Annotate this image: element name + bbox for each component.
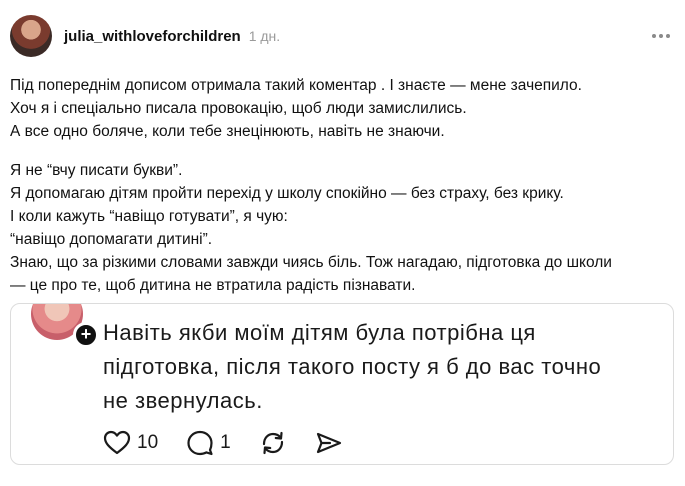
like-action: 10 [103,430,158,456]
post-paragraph: Під попереднім дописом отримала такий ко… [10,74,675,143]
reply-action: 1 [186,430,231,456]
post-paragraph: Я не “вчу писати букви”. Я допомагаю діт… [10,159,675,297]
post-line: Знаю, що за різкими словами завжди чиясь… [10,254,612,271]
post-line: “навіщо допомагати дитині”. [10,231,213,248]
author-avatar[interactable] [10,15,52,57]
follow-plus-icon: + [73,322,99,348]
post-body: Під попереднім дописом отримала такий ко… [10,74,675,313]
author-username[interactable]: julia_withloveforchildren [64,28,241,45]
post-line: Я допомагаю дітям пройти перехід у школу… [10,185,564,202]
heart-icon [103,430,131,455]
embedded-comment-line: Навіть якби моїм дітям була потрібна ця [103,320,536,345]
post-line: Я не “вчу писати букви”. [10,162,183,179]
embedded-comment-line: не звернулась. [103,388,263,413]
post-timestamp[interactable]: 1 дн. [249,28,280,44]
like-count: 10 [137,432,159,453]
comment-icon [187,430,213,456]
reply-count: 1 [220,432,231,453]
share-action [315,430,343,456]
repost-action [259,430,287,456]
post-line: Хоч я і спеціально писала провокацію, що… [10,100,467,117]
post-line: І коли кажуть “навіщо готувати”, я чую: [10,208,288,225]
embedded-comment-text: Навіть якби моїм дітям була потрібна ця … [103,316,651,418]
embedded-comment-line: підготовка, після такого посту я б до ва… [103,354,602,379]
embedded-actions: 10 1 [103,428,371,458]
post-header: julia_withloveforchildren 1 дн. [10,14,675,58]
post-line: — це про те, щоб дитина не втратила раді… [10,277,416,294]
more-options-icon[interactable] [651,28,671,44]
post-line: А все одно боляче, коли тебе знецінюють,… [10,123,445,140]
repost-icon [262,431,283,455]
embedded-comment-screenshot[interactable]: + Навіть якби моїм дітям була потрібна ц… [10,303,674,465]
post-line: Під попереднім дописом отримала такий ко… [10,77,582,94]
share-icon [316,432,341,454]
